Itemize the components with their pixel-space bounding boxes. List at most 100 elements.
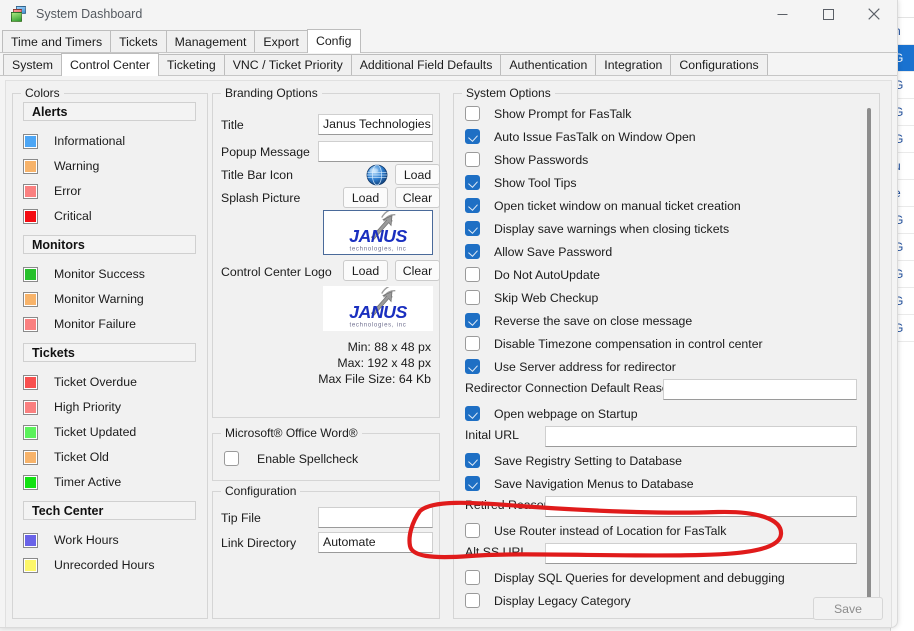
system-option-row[interactable]: Reverse the save on close message bbox=[465, 310, 692, 331]
system-option-row[interactable]: Open ticket window on manual ticket crea… bbox=[465, 195, 741, 216]
save-button[interactable]: Save bbox=[813, 597, 883, 620]
system-option-row[interactable]: Show Prompt for FasTalk bbox=[465, 103, 631, 124]
system-option-checkbox[interactable] bbox=[465, 570, 480, 585]
tab-time-and-timers[interactable]: Time and Timers bbox=[2, 30, 111, 52]
splash-clear-button[interactable]: Clear bbox=[395, 187, 440, 208]
system-option-checkbox[interactable] bbox=[465, 476, 480, 491]
title-bar-icon-load-button[interactable]: Load bbox=[395, 164, 440, 185]
tab-tickets[interactable]: Tickets bbox=[110, 30, 167, 52]
system-option-row[interactable]: Do Not AutoUpdate bbox=[465, 264, 600, 285]
color-swatch[interactable] bbox=[23, 400, 38, 415]
system-option-row[interactable]: Auto Issue FasTalk on Window Open bbox=[465, 126, 696, 147]
secondary-tab-bar[interactable]: SystemControl CenterTicketingVNC / Ticke… bbox=[0, 53, 897, 76]
color-swatch[interactable] bbox=[23, 558, 38, 573]
color-swatch[interactable] bbox=[23, 533, 38, 548]
system-option-row[interactable]: Disable Timezone compensation in control… bbox=[465, 333, 763, 354]
color-swatch-row[interactable]: Unrecorded Hours bbox=[23, 553, 203, 577]
system-option-field-input[interactable] bbox=[663, 379, 857, 400]
enable-spellcheck-checkbox[interactable] bbox=[224, 451, 239, 466]
system-option-checkbox[interactable] bbox=[465, 523, 480, 538]
color-swatch[interactable] bbox=[23, 184, 38, 199]
system-option-row[interactable]: Show Tool Tips bbox=[465, 172, 576, 193]
color-swatch-row[interactable]: High Priority bbox=[23, 395, 203, 419]
system-option-field-input[interactable] bbox=[545, 496, 857, 517]
system-option-row[interactable]: Save Registry Setting to Database bbox=[465, 450, 682, 471]
system-option-checkbox[interactable] bbox=[465, 198, 480, 213]
system-option-checkbox[interactable] bbox=[465, 313, 480, 328]
system-option-checkbox[interactable] bbox=[465, 336, 480, 351]
maximize-icon[interactable] bbox=[805, 0, 851, 28]
tip-file-input[interactable] bbox=[318, 507, 433, 528]
color-swatch-row[interactable]: Work Hours bbox=[23, 528, 203, 552]
color-swatch-row[interactable]: Monitor Success bbox=[23, 262, 203, 286]
tab-authentication[interactable]: Authentication bbox=[500, 54, 596, 75]
popup-message-input[interactable] bbox=[318, 141, 433, 162]
tab-management[interactable]: Management bbox=[166, 30, 256, 52]
system-option-checkbox[interactable] bbox=[465, 267, 480, 282]
system-option-checkbox[interactable] bbox=[465, 152, 480, 167]
system-option-field-input[interactable] bbox=[545, 543, 857, 564]
tab-ticketing[interactable]: Ticketing bbox=[158, 54, 225, 75]
color-swatch-row[interactable]: Monitor Warning bbox=[23, 287, 203, 311]
cc-logo-clear-button[interactable]: Clear bbox=[395, 260, 440, 281]
color-swatch-row[interactable]: Monitor Failure bbox=[23, 312, 203, 336]
system-option-row[interactable]: Save Navigation Menus to Database bbox=[465, 473, 694, 494]
color-swatch[interactable] bbox=[23, 292, 38, 307]
system-option-row[interactable]: Display Legacy Category bbox=[465, 590, 631, 611]
system-option-checkbox[interactable] bbox=[465, 175, 480, 190]
color-swatch-row[interactable]: Error bbox=[23, 179, 203, 203]
system-option-row[interactable]: Display save warnings when closing ticke… bbox=[465, 218, 729, 239]
primary-tab-bar[interactable]: Time and TimersTicketsManagementExportCo… bbox=[0, 30, 897, 53]
color-swatch-row[interactable]: Warning bbox=[23, 154, 203, 178]
color-swatch-row[interactable]: Ticket Updated bbox=[23, 420, 203, 444]
system-option-checkbox[interactable] bbox=[465, 290, 480, 305]
color-swatch[interactable] bbox=[23, 209, 38, 224]
close-icon[interactable] bbox=[851, 0, 897, 28]
tab-configurations[interactable]: Configurations bbox=[670, 54, 767, 75]
system-option-field-input[interactable] bbox=[545, 426, 857, 447]
color-swatch[interactable] bbox=[23, 317, 38, 332]
system-option-checkbox[interactable] bbox=[465, 129, 480, 144]
color-swatch[interactable] bbox=[23, 475, 38, 490]
scrollbar-thumb[interactable] bbox=[867, 108, 871, 608]
system-option-checkbox[interactable] bbox=[465, 593, 480, 608]
system-option-checkbox[interactable] bbox=[465, 221, 480, 236]
system-option-checkbox[interactable] bbox=[465, 453, 480, 468]
color-swatch[interactable] bbox=[23, 159, 38, 174]
tab-export[interactable]: Export bbox=[254, 30, 308, 52]
tab-integration[interactable]: Integration bbox=[595, 54, 671, 75]
tab-system[interactable]: System bbox=[3, 54, 62, 75]
system-option-row[interactable]: Use Server address for redirector bbox=[465, 356, 676, 377]
tab-config[interactable]: Config bbox=[307, 29, 361, 53]
system-option-row[interactable]: Skip Web Checkup bbox=[465, 287, 598, 308]
system-option-checkbox[interactable] bbox=[465, 244, 480, 259]
control-center-logo-preview: JANUS technologies, inc bbox=[323, 286, 433, 331]
tab-vnc-ticket-priority[interactable]: VNC / Ticket Priority bbox=[224, 54, 352, 75]
minimize-icon[interactable] bbox=[759, 0, 805, 28]
color-swatch[interactable] bbox=[23, 134, 38, 149]
color-swatch-row[interactable]: Ticket Overdue bbox=[23, 370, 203, 394]
system-option-row[interactable]: Allow Save Password bbox=[465, 241, 612, 262]
color-swatch[interactable] bbox=[23, 450, 38, 465]
system-option-checkbox[interactable] bbox=[465, 406, 480, 421]
color-swatch[interactable] bbox=[23, 267, 38, 282]
color-swatch-row[interactable]: Informational bbox=[23, 129, 203, 153]
system-option-row[interactable]: Open webpage on Startup bbox=[465, 403, 638, 424]
splash-load-button[interactable]: Load bbox=[343, 187, 388, 208]
link-directory-input[interactable]: Automate bbox=[318, 532, 433, 553]
system-option-checkbox[interactable] bbox=[465, 359, 480, 374]
system-options-scrollbar[interactable] bbox=[862, 106, 875, 626]
color-swatch[interactable] bbox=[23, 375, 38, 390]
color-swatch-row[interactable]: Critical bbox=[23, 204, 203, 228]
color-swatch[interactable] bbox=[23, 425, 38, 440]
tab-additional-field-defaults[interactable]: Additional Field Defaults bbox=[351, 54, 502, 75]
cc-logo-load-button[interactable]: Load bbox=[343, 260, 388, 281]
color-swatch-row[interactable]: Ticket Old bbox=[23, 445, 203, 469]
system-option-row[interactable]: Display SQL Queries for development and … bbox=[465, 567, 785, 588]
system-option-row[interactable]: Show Passwords bbox=[465, 149, 588, 170]
system-option-row[interactable]: Use Router instead of Location for FasTa… bbox=[465, 520, 726, 541]
tab-control-center[interactable]: Control Center bbox=[61, 53, 159, 76]
title-input[interactable]: Janus Technologies Inc bbox=[318, 114, 433, 135]
color-swatch-row[interactable]: Timer Active bbox=[23, 470, 203, 494]
system-option-checkbox[interactable] bbox=[465, 106, 480, 121]
